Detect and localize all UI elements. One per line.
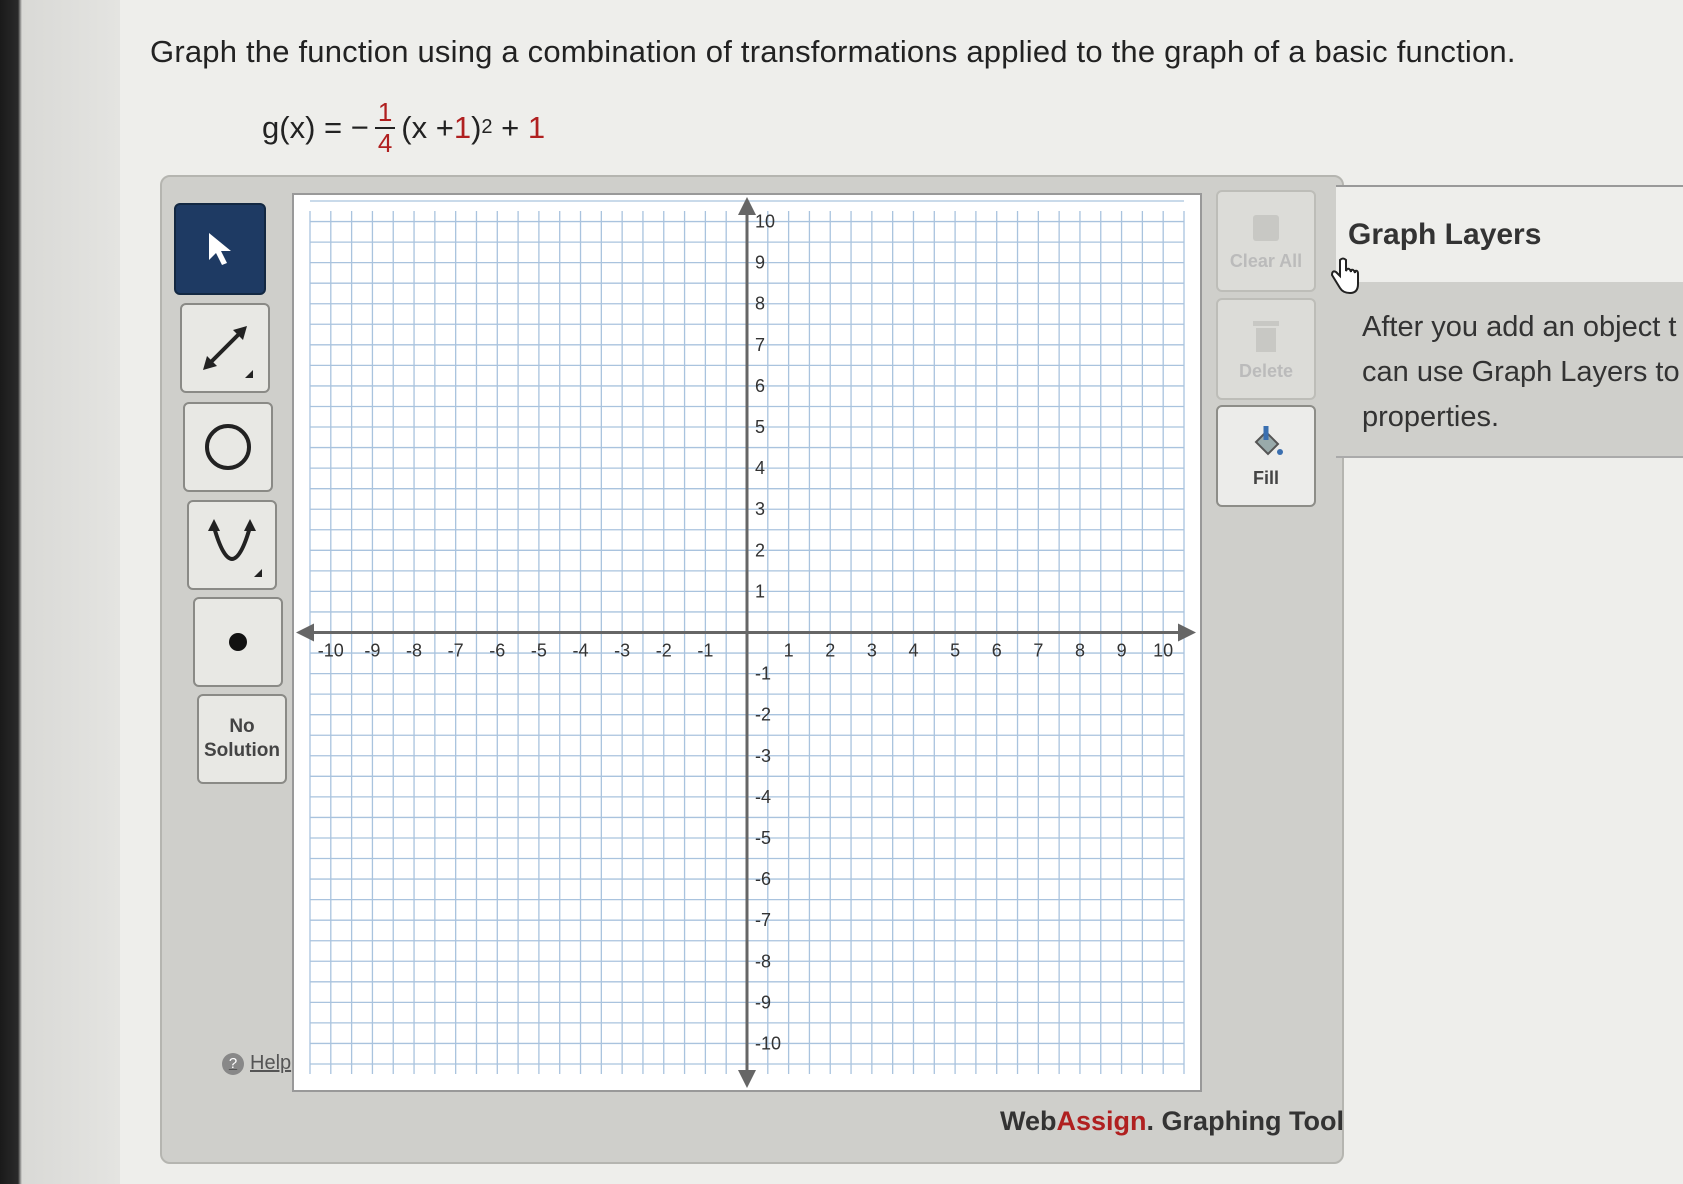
formula-close: ) — [471, 109, 482, 145]
formula-lhs: g(x) = − — [262, 109, 369, 145]
y-tick-label: -3 — [755, 746, 771, 766]
help-label: Help — [250, 1052, 292, 1074]
brand-web: Web — [1000, 1106, 1057, 1136]
x-tick-label: -10 — [318, 641, 344, 661]
clear-all-label: Clear All — [1229, 250, 1303, 271]
y-tick-label: -1 — [755, 664, 771, 684]
formula-k: 1 — [527, 109, 546, 145]
delete-label: Delete — [1238, 360, 1294, 381]
x-tick-label: 3 — [867, 641, 877, 661]
y-tick-label: 4 — [755, 458, 765, 478]
function-formula: g(x) = − 1 4 (x + 1 ) 2 + 1 — [262, 98, 545, 157]
clear-all-icon — [1253, 214, 1279, 241]
x-tick-label: 1 — [784, 641, 794, 661]
x-tick-label: 5 — [950, 641, 960, 661]
webassign-brand: WebAssign. Graphing Tool — [1000, 1106, 1344, 1137]
y-tick-label: -10 — [755, 1033, 781, 1053]
formula-h: 1 — [453, 109, 472, 145]
x-axis-arrow-right — [1178, 623, 1196, 642]
x-tick-label: -8 — [406, 641, 422, 661]
layers-text-line2: can use Graph Layers to — [1362, 356, 1680, 388]
y-tick-label: 3 — [755, 499, 765, 519]
layers-text-line3: properties. — [1362, 401, 1500, 433]
y-tick-label: -6 — [755, 869, 771, 889]
x-axis-arrow-left — [296, 623, 314, 642]
delete-button[interactable]: Delete — [1216, 298, 1316, 400]
x-tick-label: -1 — [697, 641, 713, 661]
coordinate-grid[interactable]: -10 -9 -8 -7 -6 -5 -4 -3 -2 -1 1 2 3 4 5 6 7 8 9 10 10 9 8 7 6 5 4… — [292, 193, 1202, 1092]
y-tick-label: 10 — [755, 212, 775, 232]
x-tick-label: 8 — [1075, 641, 1085, 661]
clear-all-button[interactable]: Clear All — [1216, 190, 1316, 292]
help-link[interactable]: ? Help — [222, 1052, 291, 1075]
x-tick-label: -5 — [531, 641, 547, 661]
parabola-icon — [208, 519, 262, 577]
y-tick-label: 2 — [755, 540, 765, 560]
line-tool-button[interactable] — [180, 303, 270, 393]
x-tick-label: 9 — [1117, 641, 1127, 661]
no-solution-label: No Solution — [204, 715, 280, 763]
trash-icon — [1253, 320, 1279, 352]
screen: Graph the function using a combination o… — [0, 0, 1683, 1184]
fill-button[interactable]: Fill — [1216, 405, 1316, 507]
formula-exponent: 2 — [481, 116, 493, 139]
graph-layers-title: Graph Layers — [1348, 218, 1542, 251]
x-tick-label: -2 — [656, 641, 672, 661]
arrow-pointer-icon — [209, 233, 231, 265]
y-tick-label: -7 — [755, 910, 771, 930]
x-tick-label: -4 — [573, 641, 589, 661]
hand-cursor-icon — [1328, 256, 1362, 301]
y-tick-label: 5 — [755, 417, 765, 437]
no-solution-line1: No — [229, 716, 255, 738]
x-tick-label: -7 — [448, 641, 464, 661]
x-tick-label: 2 — [825, 641, 835, 661]
layers-text-line1: After you add an object t — [1362, 311, 1677, 343]
y-tick-label: -5 — [755, 828, 771, 848]
y-tick-label: 1 — [755, 581, 765, 601]
y-tick-label: -9 — [755, 992, 771, 1012]
y-tick-label: -2 — [755, 705, 771, 725]
no-solution-line2: Solution — [204, 740, 280, 761]
graph-layers-help-text: After you add an object t can use Graph … — [1362, 305, 1682, 440]
x-tick-label: 10 — [1153, 641, 1173, 661]
circle-icon — [205, 424, 251, 470]
brand-rest: . Graphing Tool — [1146, 1106, 1345, 1136]
y-tick-label: -4 — [755, 787, 771, 807]
question-prompt: Graph the function using a combination o… — [150, 34, 1516, 69]
line-segment-icon — [203, 326, 253, 378]
grid-canvas[interactable]: -10 -9 -8 -7 -6 -5 -4 -3 -2 -1 1 2 3 4 5 6 7 8 9 10 10 9 8 7 6 5 4… — [294, 195, 1200, 1090]
fraction-numerator: 1 — [374, 98, 396, 129]
y-tick-label: 7 — [755, 335, 765, 355]
x-tick-label: -9 — [364, 641, 380, 661]
formula-fraction: 1 4 — [374, 98, 396, 158]
x-tick-label: -3 — [614, 641, 630, 661]
x-tick-label: 7 — [1033, 641, 1043, 661]
fill-label: Fill — [1253, 467, 1279, 488]
circle-tool-button[interactable] — [183, 402, 273, 492]
point-icon — [229, 633, 247, 651]
point-tool-button[interactable] — [193, 597, 283, 687]
y-tick-label: -8 — [755, 951, 771, 971]
fraction-denominator: 4 — [377, 127, 393, 158]
y-axis-arrow-up — [738, 197, 756, 215]
brand-assign: Assign — [1056, 1106, 1147, 1136]
formula-mid: (x + — [401, 109, 454, 145]
x-tick-label: -6 — [489, 641, 505, 661]
y-tick-label: 9 — [755, 253, 765, 273]
no-solution-button[interactable]: No Solution — [197, 694, 287, 784]
y-axis-arrow-down — [738, 1070, 756, 1088]
x-tick-label: 6 — [992, 641, 1002, 661]
select-tool-button[interactable] — [174, 203, 266, 295]
paint-bucket-icon — [1254, 425, 1283, 455]
y-tick-label: 6 — [755, 376, 765, 396]
x-tick-label: 4 — [908, 641, 918, 661]
help-icon: ? — [222, 1052, 244, 1075]
formula-plus: + — [492, 109, 528, 145]
parabola-tool-button[interactable] — [187, 500, 277, 590]
y-tick-label: 8 — [755, 294, 765, 314]
